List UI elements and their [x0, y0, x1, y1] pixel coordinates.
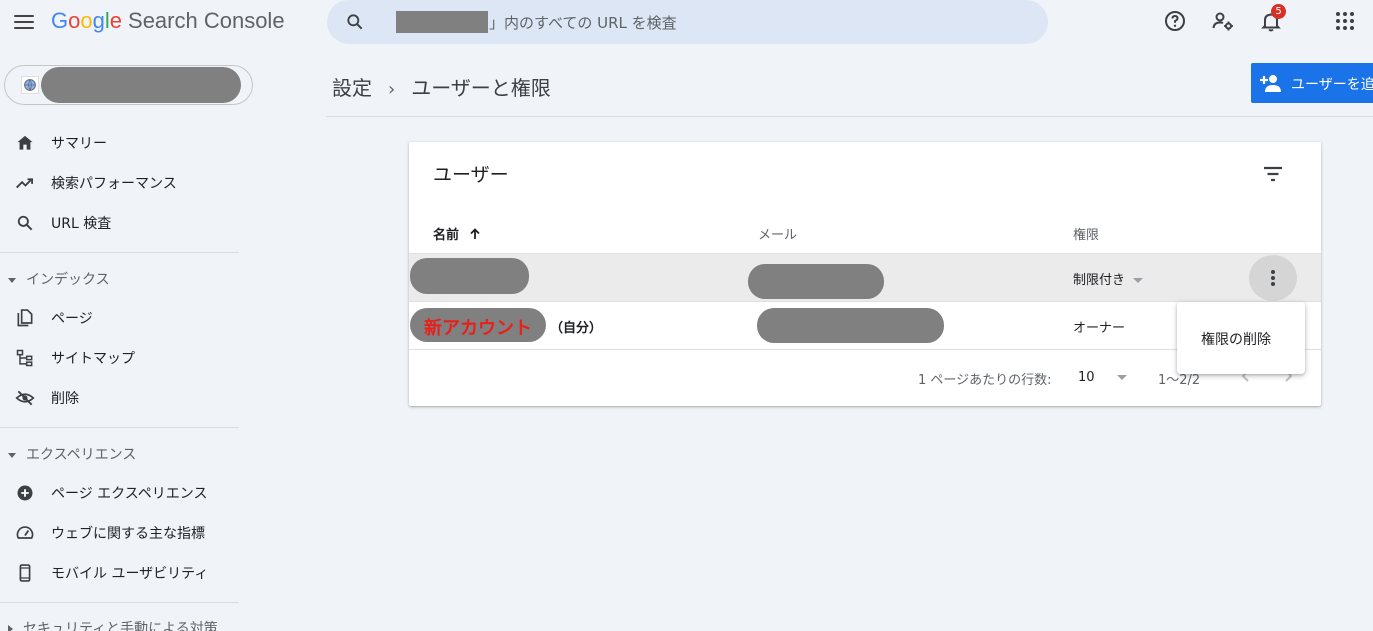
- row-actions-menu: 権限の削除: [1177, 302, 1305, 374]
- page-experience-icon: [17, 485, 33, 501]
- column-header-name[interactable]: 名前: [433, 224, 482, 243]
- dropdown-arrow-icon: [1116, 375, 1127, 380]
- breadcrumb-parent[interactable]: 設定: [332, 76, 372, 100]
- sidebar-item-removals[interactable]: 削除: [0, 380, 239, 416]
- product-name: Search Console: [128, 8, 285, 33]
- card-title: ユーザー: [433, 164, 509, 186]
- sidebar-item-summary[interactable]: サマリー: [0, 125, 239, 161]
- collapse-arrow-icon: [8, 452, 16, 458]
- sidebar-section-security[interactable]: セキュリティと手動による対策: [8, 618, 218, 631]
- chevron-right-icon: ›: [388, 79, 396, 100]
- url-inspection-search-bar[interactable]: 」内のすべての URL を検査: [327, 0, 1048, 44]
- search-icon: [17, 215, 33, 231]
- rows-per-page-value: 10: [1078, 370, 1095, 385]
- sidebar-item-label: サイトマップ: [51, 351, 135, 367]
- sidebar-divider: [0, 602, 239, 603]
- sidebar-item-label: URL 検査: [51, 216, 112, 232]
- redacted-property-name: [396, 11, 488, 33]
- redacted-user-email: [757, 308, 944, 343]
- more-options-button[interactable]: [1249, 255, 1297, 301]
- redacted-user-email: [748, 264, 884, 299]
- filter-icon[interactable]: [1261, 162, 1285, 186]
- speed-icon: [16, 526, 34, 539]
- section-title: セキュリティと手動による対策: [23, 621, 218, 631]
- add-user-button[interactable]: ユーザーを追加: [1251, 63, 1373, 103]
- table-row[interactable]: 制限付き: [409, 253, 1321, 301]
- property-selector[interactable]: [4, 65, 253, 105]
- search-console-logo[interactable]: Google Search Console: [51, 8, 285, 34]
- sidebar-item-label: ウェブに関する主な指標: [51, 526, 205, 542]
- more-vert-dot: [1271, 276, 1275, 280]
- trending-up-icon: [16, 178, 33, 189]
- top-app-bar: Google Search Console 」内のすべての URL を検査 5: [0, 0, 1373, 44]
- column-header-email: メール: [758, 228, 798, 243]
- self-tag: （自分）: [550, 321, 603, 336]
- sidebar-section-experience[interactable]: エクスペリエンス: [8, 444, 136, 464]
- sidebar-divider: [0, 252, 239, 253]
- breadcrumb: 設定 › ユーザーと権限: [332, 72, 551, 101]
- globe-icon: [21, 76, 39, 94]
- sidebar-item-pages[interactable]: ページ: [0, 300, 239, 336]
- sidebar-item-label: ページ: [51, 311, 93, 327]
- search-input-placeholder[interactable]: 」内のすべての URL を検査: [489, 12, 677, 33]
- more-vert-dot: [1271, 270, 1275, 274]
- more-vert-dot: [1271, 282, 1275, 286]
- users-card: ユーザー 名前 メール 権限 制限付き 新アカウント （自分） オーナー 1 ペ…: [409, 142, 1321, 406]
- sidebar-item-label: 検索パフォーマンス: [51, 176, 177, 192]
- hamburger-line: [14, 15, 34, 17]
- rows-per-page-label: 1 ページあたりの行数:: [918, 373, 1052, 388]
- expand-arrow-icon: [8, 625, 13, 631]
- search-icon: [347, 14, 363, 30]
- user-name: 新アカウント: [424, 318, 532, 339]
- sidebar-item-label: サマリー: [51, 136, 107, 152]
- dropdown-arrow-icon: [1133, 278, 1144, 283]
- sidebar-item-core-web-vitals[interactable]: ウェブに関する主な指標: [0, 515, 239, 551]
- collapse-arrow-icon: [8, 277, 16, 283]
- permission-value: オーナー: [1073, 321, 1126, 336]
- menu-item-remove-permission[interactable]: 権限の削除: [1201, 329, 1271, 349]
- redacted-user-name: [410, 258, 529, 294]
- help-icon[interactable]: [1163, 9, 1187, 33]
- sidebar-divider: [0, 427, 239, 428]
- sidebar-item-performance[interactable]: 検索パフォーマンス: [0, 165, 239, 201]
- column-header-permission: 権限: [1073, 228, 1100, 243]
- sidebar-item-url-inspection[interactable]: URL 検査: [0, 205, 239, 241]
- sidebar-item-label: ページ エクスペリエンス: [51, 486, 208, 502]
- hamburger-line: [14, 27, 34, 29]
- add-user-label: ユーザーを追加: [1291, 77, 1373, 93]
- column-label: 名前: [433, 228, 460, 243]
- smartphone-icon: [19, 564, 31, 582]
- home-icon: [17, 135, 33, 150]
- permission-select[interactable]: 制限付き: [1073, 269, 1144, 288]
- sidebar-section-index[interactable]: インデックス: [8, 269, 110, 289]
- sitemap-icon: [16, 349, 33, 367]
- sidebar-item-label: 削除: [51, 391, 79, 407]
- hamburger-line: [14, 21, 34, 23]
- main-menu-button[interactable]: [12, 10, 36, 34]
- rows-per-page-select[interactable]: 10: [1078, 370, 1127, 385]
- apps-grid-icon[interactable]: [1333, 9, 1357, 33]
- header-divider: [326, 116, 1373, 117]
- pages-icon: [17, 309, 33, 327]
- arrow-upward-icon: [469, 228, 480, 239]
- section-title: エクスペリエンス: [26, 447, 137, 463]
- notification-count-badge: 5: [1271, 4, 1286, 19]
- sidebar-item-page-experience[interactable]: ページ エクスペリエンス: [0, 475, 239, 511]
- sidebar-item-label: モバイル ユーザビリティ: [51, 566, 209, 582]
- redacted-property-url: [41, 67, 241, 103]
- sidebar-item-mobile-usability[interactable]: モバイル ユーザビリティ: [0, 555, 239, 591]
- google-wordmark: Google: [51, 8, 123, 33]
- user-name-pill: 新アカウント: [410, 308, 546, 342]
- person-add-icon: [1260, 75, 1281, 92]
- sidebar-item-sitemaps[interactable]: サイトマップ: [0, 340, 239, 376]
- permission-value: 制限付き: [1073, 273, 1126, 288]
- page-title: ユーザーと権限: [411, 76, 551, 100]
- section-title: インデックス: [26, 272, 110, 288]
- visibility-off-icon: [15, 390, 35, 406]
- manage-account-icon[interactable]: [1211, 9, 1235, 33]
